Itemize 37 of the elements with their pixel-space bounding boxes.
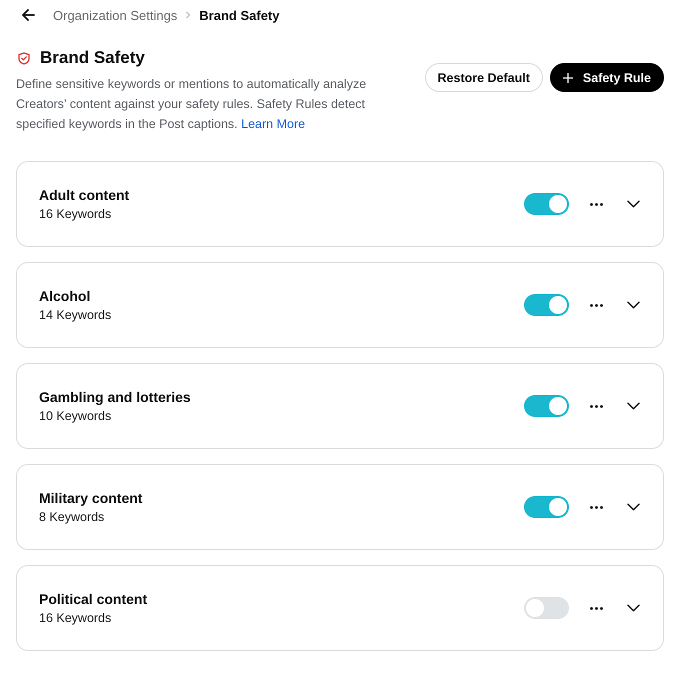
chevron-down-icon: [626, 604, 640, 612]
page-title: Brand Safety: [40, 48, 145, 68]
plus-icon: [562, 72, 573, 82]
rule-name: Alcohol: [39, 288, 92, 304]
more-dots-icon: [590, 606, 602, 610]
keyword-count: 8 Keywords: [39, 510, 106, 524]
more-dots-icon: [590, 404, 602, 408]
chevron-right-icon: [185, 11, 192, 19]
toggle-switch[interactable]: [524, 597, 569, 619]
breadcrumb-link[interactable]: Organization Settings: [53, 8, 178, 22]
keyword-count: 14 Keywords: [39, 308, 112, 322]
more-dots-icon: [590, 506, 602, 508]
toggle-switch[interactable]: [524, 193, 569, 215]
rule-name: Political content: [39, 591, 148, 607]
back-button[interactable]: [20, 7, 36, 23]
more-dots-icon: [590, 202, 602, 206]
toggle-switch[interactable]: [524, 496, 569, 518]
rule-name: Gambling and lotteries: [39, 389, 192, 405]
more-dots-icon: [590, 304, 602, 306]
add-safety-rule-button[interactable]: Safety Rule: [550, 63, 664, 92]
rule-name: Adult content: [39, 187, 130, 203]
breadcrumb-current-page: Brand Safety: [199, 8, 280, 22]
toggle-switch[interactable]: [524, 395, 569, 417]
chevron-down-icon: [626, 200, 640, 208]
page-description: Define sensitive keywords or mentions to automatically analyze Creators’ content against your safety rules. Safety Rules detect specified keywords in the Post captions. Learn More: [16, 76, 368, 133]
toggle-switch[interactable]: [524, 294, 569, 316]
chevron-down-icon: [626, 301, 640, 309]
chevron-down-icon: [626, 503, 640, 511]
restore-default-button[interactable]: Restore Default: [424, 63, 543, 92]
rule-name: Military content: [39, 490, 144, 506]
learn-more-link[interactable]: Learn More: [241, 117, 306, 131]
back-arrow-icon: [22, 9, 34, 21]
shield-check-icon: [18, 52, 30, 64]
keyword-count: 10 Keywords: [39, 409, 112, 423]
keyword-count: 16 Keywords: [39, 611, 112, 625]
chevron-down-icon: [626, 402, 640, 410]
keyword-count: 16 Keywords: [39, 207, 112, 221]
